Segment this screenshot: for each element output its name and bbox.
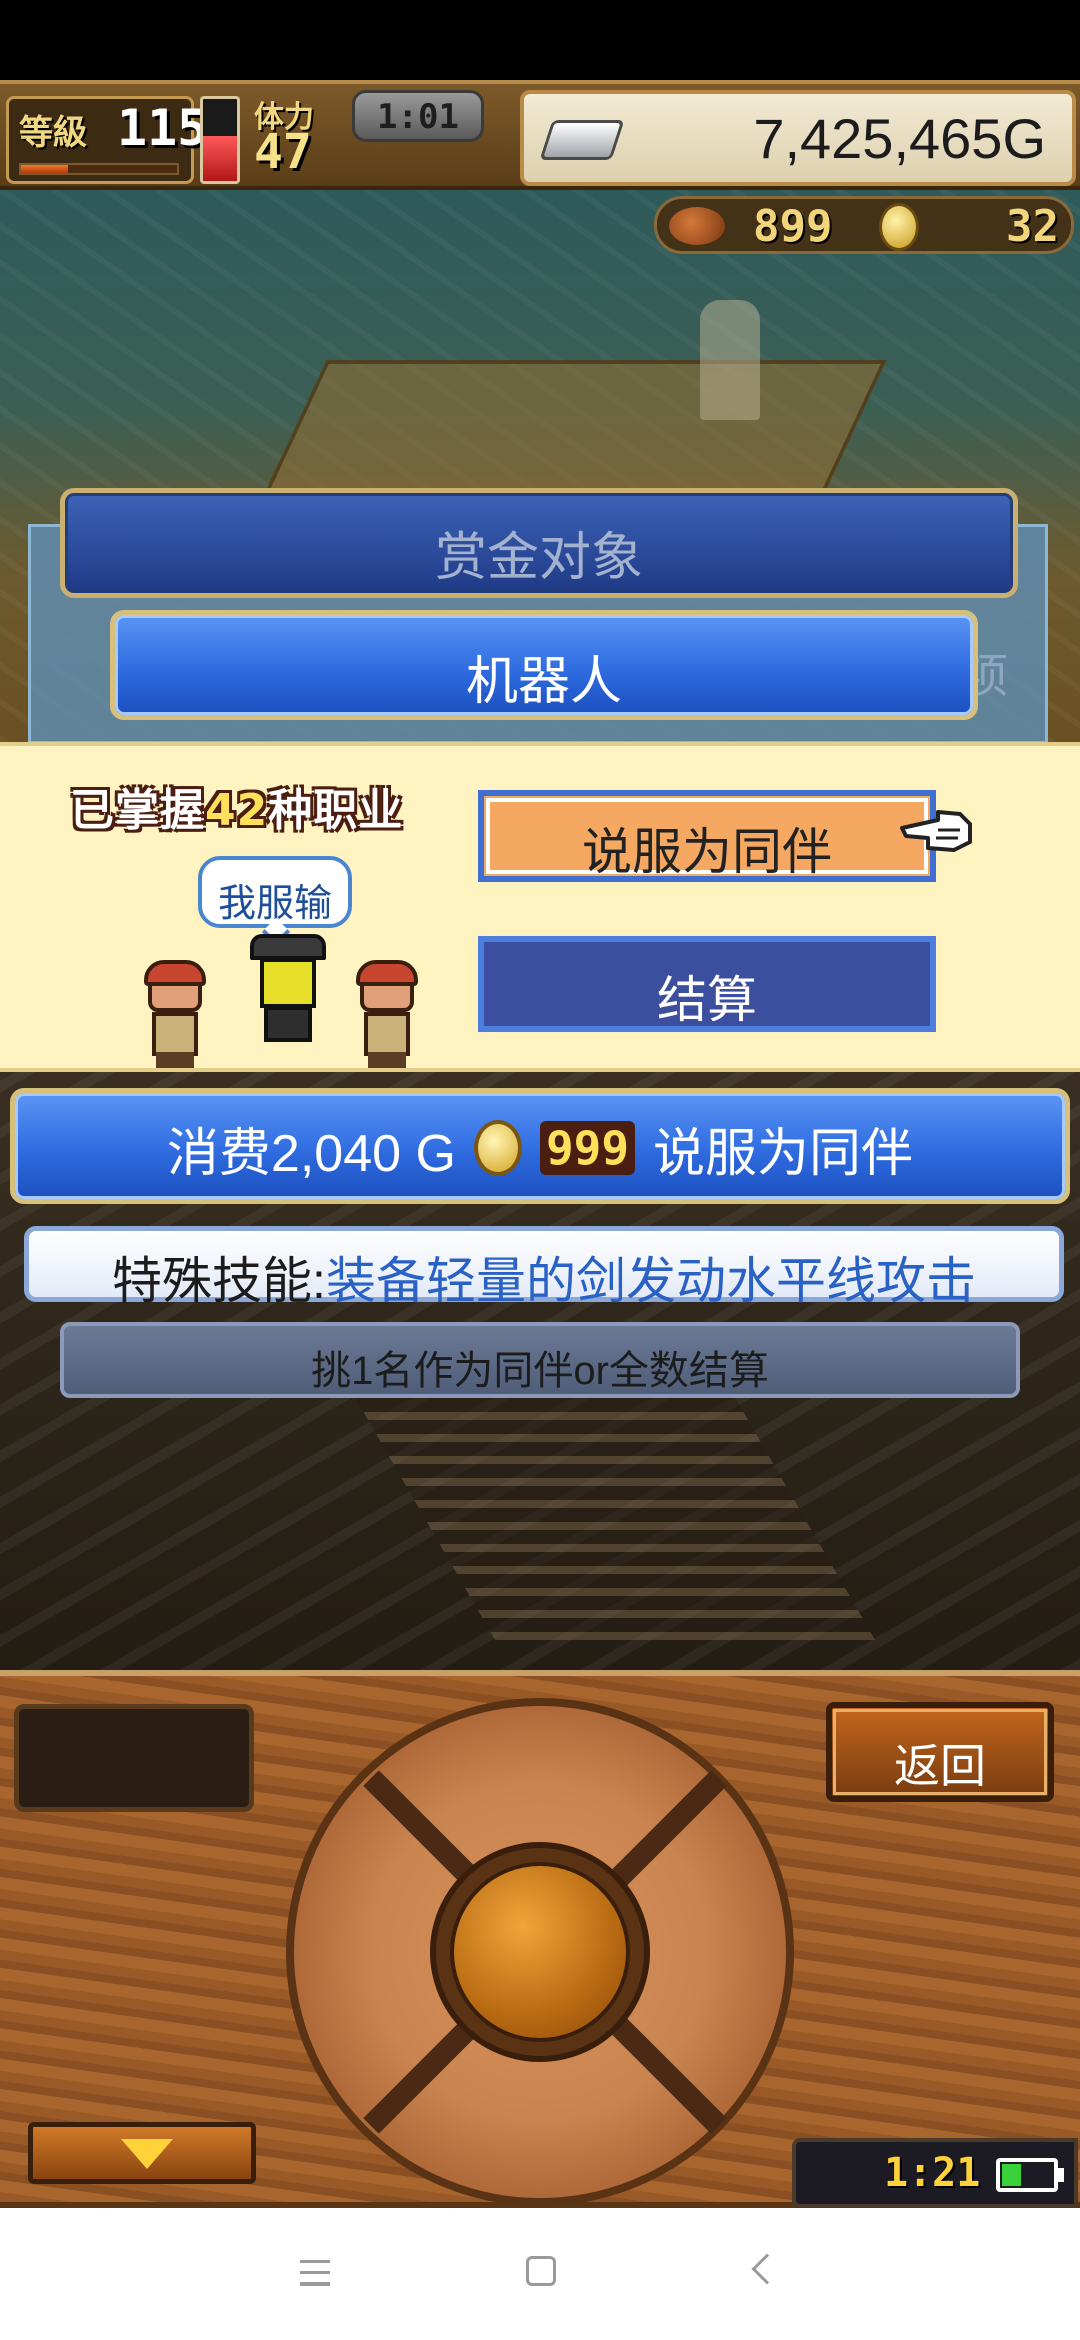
jobs-prefix: 已掌握 [70,785,205,836]
cost-ribbon: 消费2,040 G 999 说服为同伴 [10,1088,1070,1204]
device-status-panel: 1:21 [792,2138,1078,2208]
skill-description: 装备轻量的剑发动水平线攻击 [325,1253,976,1309]
skill-label: 特殊技能: [112,1253,326,1309]
stamina-gauge [200,96,240,184]
pirate-sprite-left [134,960,216,1068]
cost-action-text: 说服为同伴 [653,1124,914,1183]
level-label: 等級 [19,113,87,153]
robot-sprite [248,934,328,1044]
top-hud: 等級 115 体力 47 1:01 7,425,465G [0,80,1080,190]
jobs-count: 42 [205,785,269,836]
status-bar [0,0,1080,80]
coin-count: 32 [1006,201,1059,252]
silver-ingot-icon [539,120,625,160]
level-plate: 等級 115 [6,96,207,184]
ship-lantern [700,300,760,420]
dpad-center-ring [430,1842,650,2062]
coin-count: 999 [539,1121,636,1175]
settle-button[interactable]: 结算 [478,936,936,1032]
instruction-text: 挑1名作为同伴or全数结算 [311,1349,769,1393]
dpad-center-button[interactable] [450,1862,630,2042]
bounty-target-ribbon: 机器人 [110,610,978,720]
home-icon[interactable] [526,2256,556,2286]
level-progress-bar [19,163,179,175]
stamina-value: 47 [254,124,312,180]
persuade-button-label: 说服为同伴 [582,824,832,880]
device-clock: 1:21 [884,2150,981,2196]
system-nav-bar [0,2208,1080,2340]
stamina-gauge-fill [203,135,237,181]
resource-counter: 899 32 [654,196,1074,254]
pointing-hand-icon [900,810,972,852]
bounty-target-name: 机器人 [465,653,622,711]
cost-row: 消费2,040 G 999 说服为同伴 [15,1113,1065,1183]
menu-toggle-button[interactable] [28,2122,256,2184]
dpad[interactable] [286,1698,794,2206]
game-clock-text: 1:01 [377,97,459,137]
instruction-bar: 挑1名作为同伴or全数结算 [60,1322,1020,1398]
level-value: 115 [117,99,208,157]
bounty-title: 赏金对象 [434,529,643,587]
persuade-button[interactable]: 说服为同伴 [478,790,936,882]
level-progress-fill [21,165,68,173]
back-icon[interactable] [751,2253,783,2285]
pirate-sprite-right [346,960,428,1068]
battery-icon [996,2158,1058,2192]
empty-slot [14,1704,254,1812]
gold-coin-icon [473,1120,522,1176]
settle-button-label: 结算 [657,972,757,1028]
meat-icon [669,207,725,245]
game-clock: 1:01 [352,90,484,142]
back-button-label: 返回 [894,1740,986,1792]
gold-coin-icon [879,203,919,251]
battery-tip [1058,2168,1064,2182]
speech-bubble: 我服输 [198,856,352,947]
bounty-title-ribbon: 赏金对象 [60,488,1018,598]
arrow-down-icon [121,2139,173,2169]
cost-text: 消费2,040 G [166,1124,456,1183]
food-count: 899 [753,201,833,252]
gold-amount: 7,425,465G [753,107,1046,170]
skill-row: 特殊技能:装备轻量的剑发动水平线攻击 [29,1241,1059,1313]
jobs-suffix: 种职业 [268,785,404,836]
battery-fill [1002,2164,1021,2186]
jobs-mastered-label: 已掌握42种职业 [70,774,403,838]
special-skill-bar: 特殊技能:装备轻量的剑发动水平线攻击 [24,1226,1064,1309]
money-display: 7,425,465G [520,90,1076,186]
recruit-panel: 已掌握42种职业 我服输 说服为同伴 结算 [0,742,1080,1072]
menu-icon[interactable] [300,2260,330,2286]
back-button[interactable]: 返回 [826,1702,1054,1802]
wooden-controller: 返回 1:21 [0,1670,1080,2208]
